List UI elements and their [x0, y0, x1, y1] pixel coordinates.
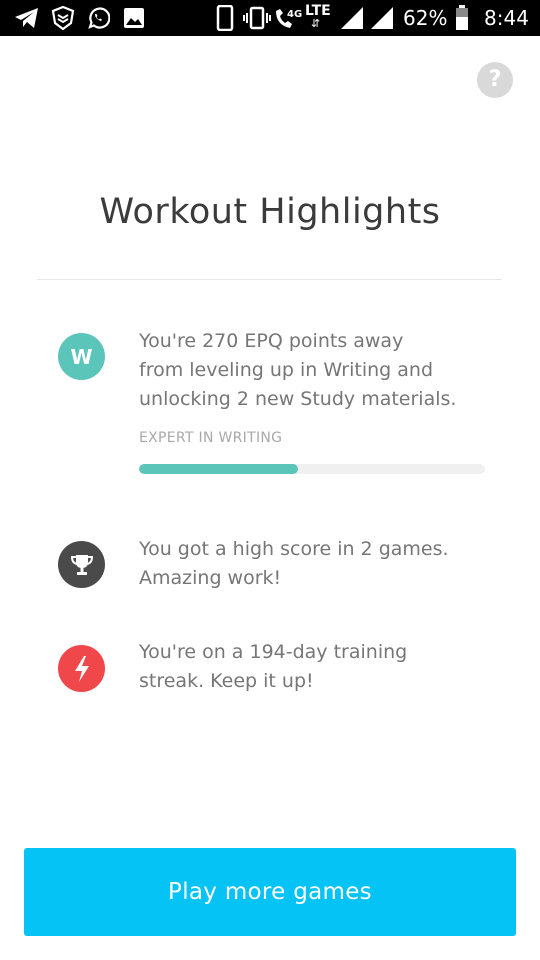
phone-outline-icon: [215, 5, 235, 31]
writing-badge-icon: W: [58, 333, 105, 380]
highlight-streak-text: You're on a 194-day training streak. Kee…: [139, 638, 519, 696]
status-bar: 4G LTE ⇵ 62% 8:44: [0, 0, 540, 36]
lte-label: LTE: [305, 3, 331, 19]
clock: 8:44: [484, 6, 529, 30]
progress-bar: [139, 464, 485, 474]
play-more-games-button[interactable]: Play more games: [24, 848, 516, 936]
signal-icon: [340, 6, 364, 30]
highlight-line: unlocking 2 new Study materials.: [139, 388, 457, 410]
highlight-line: from leveling up in Writing and: [139, 359, 433, 381]
highlight-score-text: You got a high score in 2 games. Amazing…: [139, 535, 519, 593]
battery-icon: [454, 5, 470, 30]
wifi-call-icon: 4G: [273, 6, 303, 30]
image-icon: [122, 6, 146, 30]
category-label: EXPERT IN WRITING: [139, 430, 283, 446]
signal-icon: [370, 6, 394, 30]
page-title: Workout Highlights: [99, 192, 441, 232]
data-arrows-icon: ⇵: [311, 17, 320, 30]
battery-percent: 62%: [403, 6, 448, 30]
highlight-line: Amazing work!: [139, 567, 282, 589]
divider: [37, 279, 502, 280]
trophy-icon: [58, 541, 105, 588]
highlight-writing-text: You're 270 EPQ points away from leveling…: [139, 327, 519, 414]
network-small-label: 4G: [287, 9, 302, 20]
highlight-line: streak. Keep it up!: [139, 670, 314, 692]
shield-app-icon: [50, 6, 76, 30]
whatsapp-icon: [85, 6, 111, 30]
progress-fill: [139, 464, 299, 474]
telegram-icon: [14, 6, 40, 30]
highlight-line: You're 270 EPQ points away: [139, 330, 404, 352]
lte-indicator: LTE ⇵: [303, 4, 337, 32]
lightning-icon: [58, 645, 105, 692]
highlight-line: You got a high score in 2 games.: [139, 538, 449, 560]
vibrate-icon: [242, 6, 272, 30]
highlight-line: You're on a 194-day training: [139, 641, 408, 663]
help-button[interactable]: ?: [477, 62, 513, 98]
